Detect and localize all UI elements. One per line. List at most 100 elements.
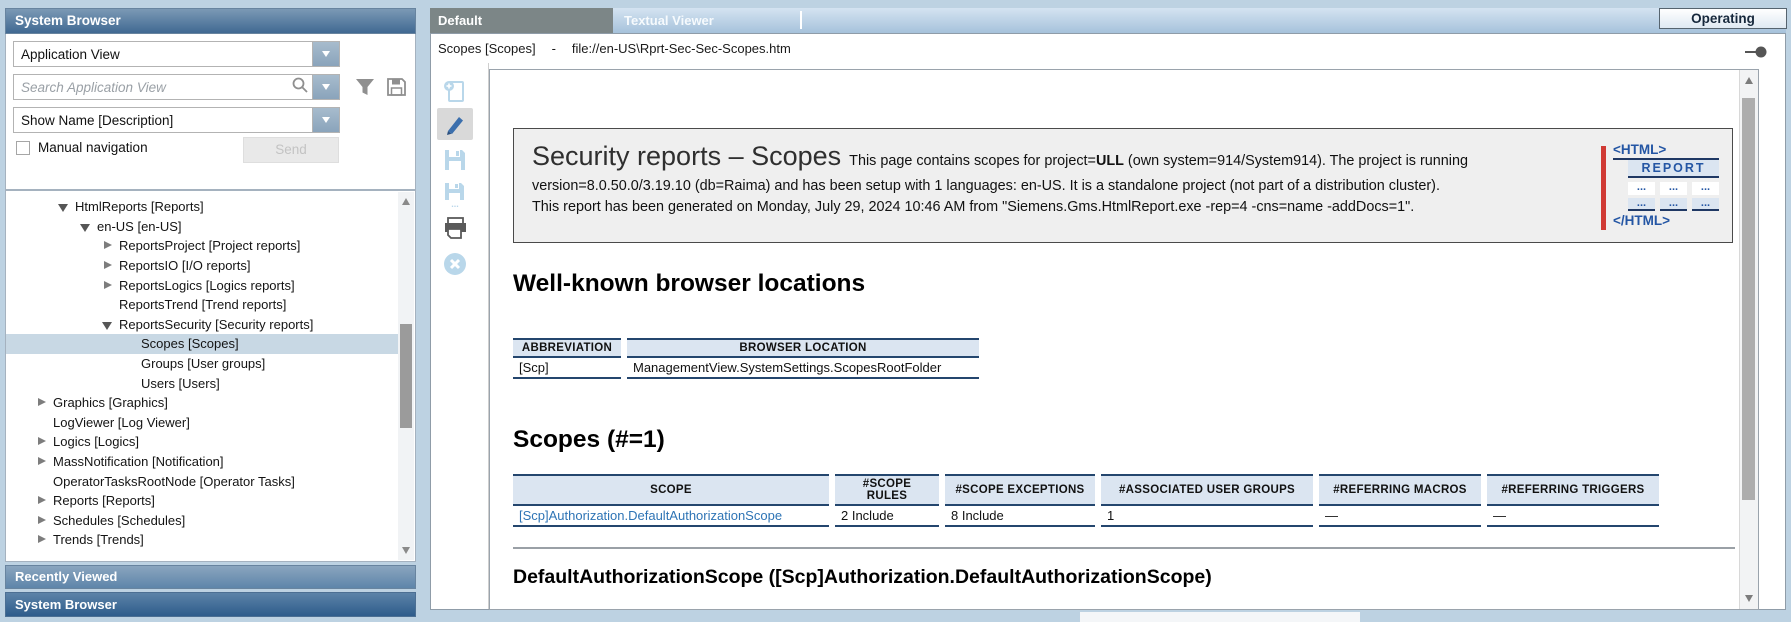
tree-item-reportssecurity[interactable]: ReportsSecurity [Security reports] bbox=[6, 315, 398, 335]
send-button[interactable]: Send bbox=[243, 137, 339, 163]
tree-item-label: ReportsProject [Project reports] bbox=[119, 238, 300, 253]
tree-item-groups[interactable]: Groups [User groups] bbox=[6, 354, 398, 374]
system-browser-tree: HtmlReports [Reports]en-US [en-US]Report… bbox=[5, 190, 416, 562]
section-divider bbox=[513, 547, 1735, 549]
expander-placeholder bbox=[124, 338, 135, 349]
system-browser-bottom-bar[interactable]: System Browser bbox=[5, 592, 416, 617]
chevron-down-icon[interactable] bbox=[312, 42, 339, 66]
tree-scrollbar-thumb[interactable] bbox=[400, 324, 412, 428]
table-header-row: ABBREVIATIONBROWSER LOCATION bbox=[513, 338, 979, 358]
expander-collapsed-icon[interactable] bbox=[102, 280, 113, 291]
tree-item-label: Trends [Trends] bbox=[53, 532, 144, 547]
tree-scrollbar[interactable] bbox=[398, 192, 414, 560]
section-heading-browser-locations: Well-known browser locations bbox=[513, 270, 865, 298]
report-table: SCOPE#SCOPE RULES#SCOPE EXCEPTIONS#ASSOC… bbox=[507, 474, 1665, 527]
report-header-box: Security reports – ScopesThis page conta… bbox=[513, 128, 1733, 243]
tree-item-label: HtmlReports [Reports] bbox=[75, 199, 204, 214]
table-cell: [Scp]Authorization.DefaultAuthorizationS… bbox=[513, 506, 829, 527]
display-mode-combo[interactable]: Show Name [Description] bbox=[13, 107, 340, 133]
tree-item-label: LogViewer [Log Viewer] bbox=[53, 415, 190, 430]
expander-collapsed-icon[interactable] bbox=[36, 495, 47, 506]
breadcrumb-object: Scopes [Scopes] bbox=[438, 41, 536, 56]
tree-item-reportsio[interactable]: ReportsIO [I/O reports] bbox=[6, 256, 398, 276]
logo-grid: .................. bbox=[1628, 182, 1719, 211]
save-filter-icon[interactable] bbox=[385, 76, 408, 103]
save-icon[interactable] bbox=[441, 146, 469, 174]
tree-item-users[interactable]: Users [Users] bbox=[6, 373, 398, 393]
system-browser-header[interactable]: System Browser bbox=[5, 8, 416, 34]
logo-grid-cell: ... bbox=[1692, 182, 1719, 195]
tree-item-label: Reports [Reports] bbox=[53, 493, 155, 508]
tree-item-massnotification[interactable]: MassNotification [Notification] bbox=[6, 452, 398, 472]
tab-textual-viewer[interactable]: Textual Viewer bbox=[624, 8, 714, 33]
expander-expanded-icon[interactable] bbox=[102, 319, 113, 330]
logo-grid-cell: ... bbox=[1660, 198, 1687, 211]
tree-item-reportslogics[interactable]: ReportsLogics [Logics reports] bbox=[6, 275, 398, 295]
manual-navigation-label: Manual navigation bbox=[38, 140, 148, 155]
expander-collapsed-icon[interactable] bbox=[102, 240, 113, 251]
tree-item-schedules[interactable]: Schedules [Schedules] bbox=[6, 511, 398, 531]
scroll-up-icon[interactable] bbox=[402, 198, 410, 205]
scroll-down-icon[interactable] bbox=[402, 547, 410, 554]
tab-default[interactable]: Default bbox=[430, 8, 613, 33]
tree-item-reportsproject[interactable]: ReportsProject [Project reports] bbox=[6, 236, 398, 256]
logo-grid-cell: ... bbox=[1692, 198, 1719, 211]
svg-text:...: ... bbox=[451, 199, 459, 208]
view-selector-combo[interactable]: Application View bbox=[13, 41, 340, 67]
table-cell: ManagementView.SystemSettings.ScopesRoot… bbox=[627, 358, 979, 379]
tree-item-logviewer[interactable]: LogViewer [Log Viewer] bbox=[6, 413, 398, 433]
scroll-down-icon[interactable] bbox=[1745, 595, 1753, 602]
table-cell: [Scp] bbox=[513, 358, 621, 379]
expander-expanded-icon[interactable] bbox=[58, 201, 69, 212]
tree-item-reportstrend[interactable]: ReportsTrend [Trend reports] bbox=[6, 295, 398, 315]
new-report-icon[interactable] bbox=[441, 78, 469, 106]
expander-collapsed-icon[interactable] bbox=[36, 456, 47, 467]
tree-item-label: Logics [Logics] bbox=[53, 434, 139, 449]
search-input[interactable] bbox=[14, 80, 290, 95]
manual-navigation-checkbox[interactable] bbox=[16, 141, 30, 155]
operating-mode-button[interactable]: Operating bbox=[1659, 8, 1787, 29]
tree-item-scopes[interactable]: Scopes [Scopes] bbox=[6, 334, 398, 354]
filter-icon[interactable] bbox=[353, 76, 377, 103]
tree-item-label: OperatorTasksRootNode [Operator Tasks] bbox=[53, 474, 295, 489]
column-header: ABBREVIATION bbox=[513, 338, 621, 358]
report-generated-line: This report has been generated on Monday… bbox=[532, 199, 1414, 215]
tree-item-htmlreports[interactable]: HtmlReports [Reports] bbox=[6, 197, 398, 217]
tree-item-reports[interactable]: Reports [Reports] bbox=[6, 491, 398, 511]
expander-collapsed-icon[interactable] bbox=[36, 515, 47, 526]
content-scrollbar[interactable] bbox=[1739, 70, 1758, 609]
scroll-up-icon[interactable] bbox=[1745, 77, 1753, 84]
column-header: #SCOPE RULES bbox=[835, 474, 939, 506]
expander-placeholder bbox=[36, 476, 47, 487]
pin-icon[interactable] bbox=[1744, 45, 1768, 63]
expander-expanded-icon[interactable] bbox=[80, 221, 91, 232]
logo-html-close: </HTML> bbox=[1613, 213, 1719, 228]
scope-link[interactable]: [Scp]Authorization.DefaultAuthorizationS… bbox=[519, 508, 782, 523]
table-cell: 1 bbox=[1101, 506, 1313, 527]
recently-viewed-bar[interactable]: Recently Viewed bbox=[5, 565, 416, 589]
expander-collapsed-icon[interactable] bbox=[36, 534, 47, 545]
tree-item-trends[interactable]: Trends [Trends] bbox=[6, 530, 398, 550]
content-scrollbar-thumb[interactable] bbox=[1742, 98, 1755, 500]
browser-locations-table: ABBREVIATIONBROWSER LOCATION[Scp] Managem… bbox=[513, 338, 985, 379]
section-heading-scopes: Scopes (#=1) bbox=[513, 426, 665, 454]
edit-report-icon[interactable] bbox=[441, 110, 469, 138]
system-browser-controls: Application View Show Name [Description]… bbox=[5, 34, 416, 190]
tree-item-label: Scopes [Scopes] bbox=[141, 336, 239, 351]
expander-collapsed-icon[interactable] bbox=[36, 397, 47, 408]
tree-item-en-us[interactable]: en-US [en-US] bbox=[6, 217, 398, 237]
tree-item-label: Users [Users] bbox=[141, 376, 220, 391]
tab-separator bbox=[800, 11, 802, 29]
expander-collapsed-icon[interactable] bbox=[36, 436, 47, 447]
tree-item-operatortasksrootnode[interactable]: OperatorTasksRootNode [Operator Tasks] bbox=[6, 471, 398, 491]
search-options-chevron-icon[interactable] bbox=[312, 75, 339, 99]
save-as-icon[interactable]: ... bbox=[441, 180, 469, 208]
tree-item-logics[interactable]: Logics [Logics] bbox=[6, 432, 398, 452]
chevron-down-icon[interactable] bbox=[312, 108, 339, 132]
print-icon[interactable] bbox=[441, 214, 469, 242]
close-icon[interactable] bbox=[441, 250, 469, 278]
tree-item-graphics[interactable]: Graphics [Graphics] bbox=[6, 393, 398, 413]
expander-collapsed-icon[interactable] bbox=[102, 260, 113, 271]
tree-item-label: Groups [User groups] bbox=[141, 356, 265, 371]
table-header-row: SCOPE#SCOPE RULES#SCOPE EXCEPTIONS#ASSOC… bbox=[513, 474, 1659, 506]
